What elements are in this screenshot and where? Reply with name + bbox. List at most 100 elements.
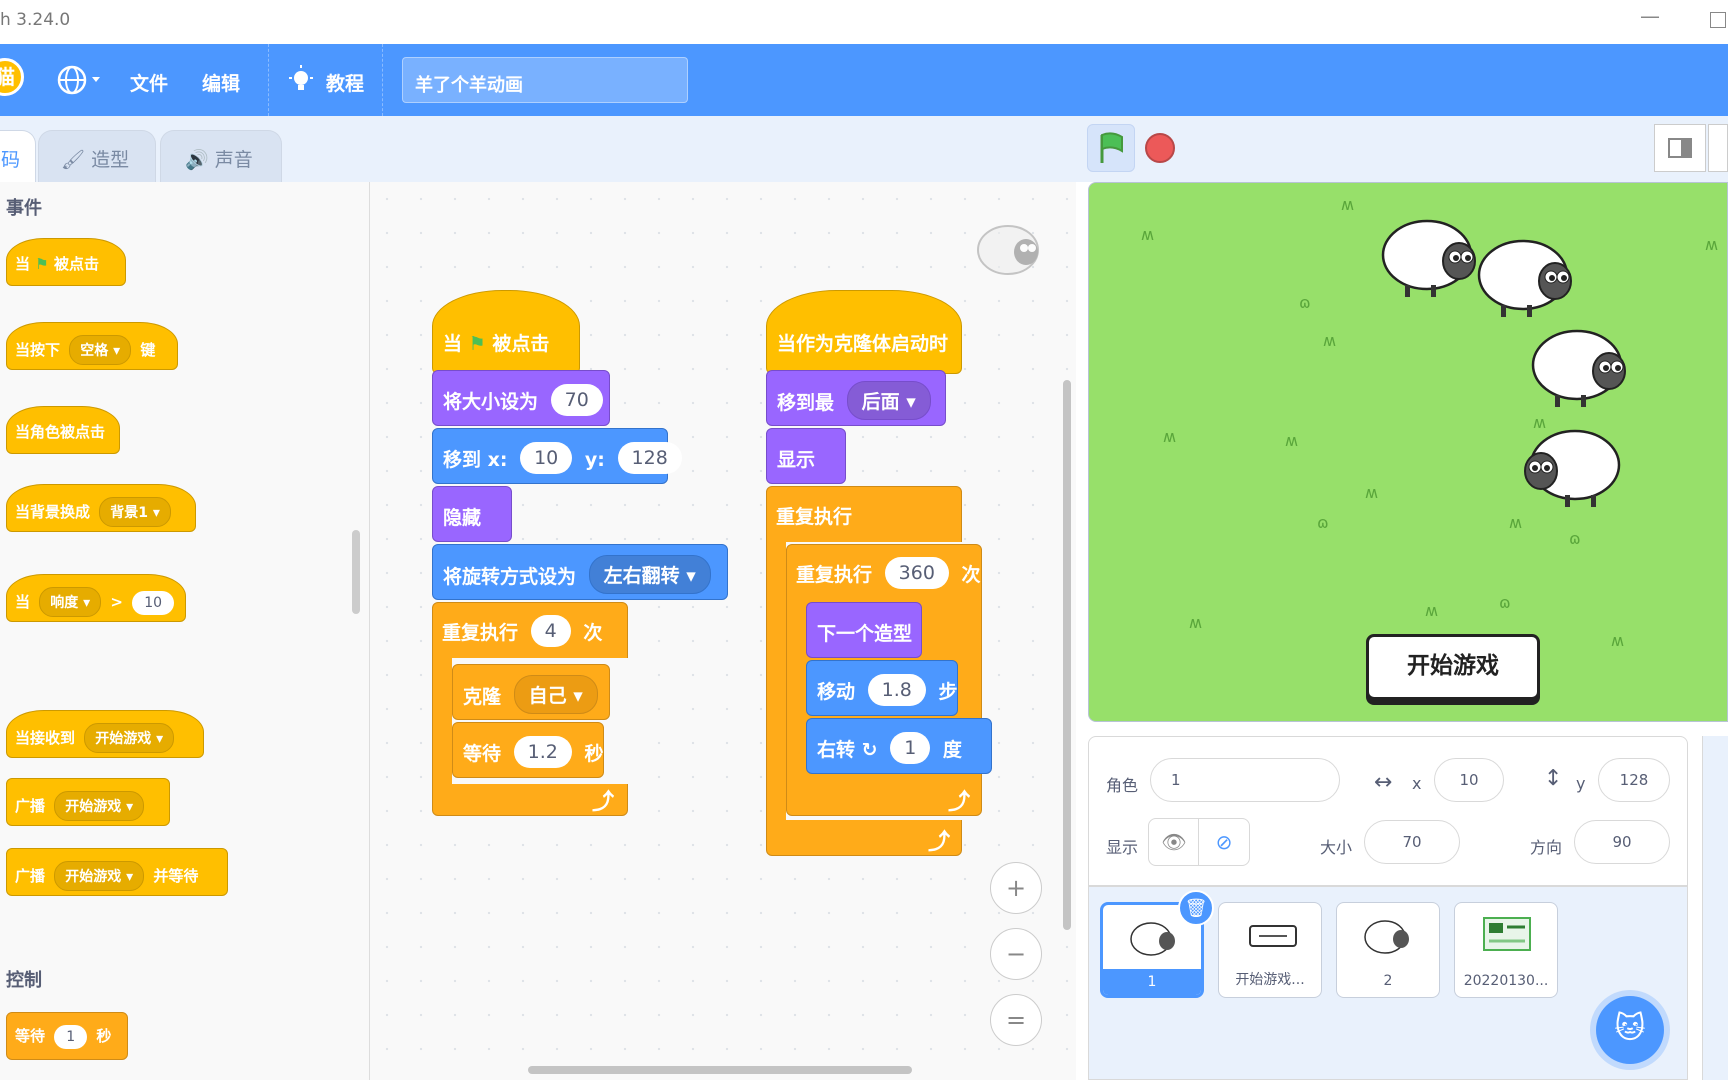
block-set-rotation-style[interactable]: 将旋转方式设为 左右翻转 ▾	[432, 544, 728, 600]
grass-tuft: ʍ	[1163, 427, 1177, 446]
key-dropdown[interactable]: 空格 ▾	[69, 335, 132, 365]
message-dropdown[interactable]: 开始游戏 ▾	[54, 861, 145, 891]
green-flag-icon	[1100, 132, 1123, 163]
sprite-tile-3[interactable]: 2	[1336, 902, 1440, 998]
block-text: 当	[443, 333, 463, 355]
globe-icon[interactable]	[56, 64, 102, 96]
palette-when-flag-clicked[interactable]: 当 ⚑ 被点击	[6, 238, 126, 286]
palette-broadcast[interactable]: 广播 开始游戏 ▾	[6, 778, 170, 826]
block-go-to-layer[interactable]: 移到最 后面 ▾	[766, 370, 946, 426]
x-input[interactable]: 10	[520, 441, 573, 474]
block-when-flag-clicked[interactable]: 当 ⚑ 被点击	[432, 290, 580, 374]
block-text: 隐藏	[443, 507, 482, 529]
sprite-tile-4[interactable]: 20220130...	[1454, 902, 1558, 998]
block-wait[interactable]: 等待 1.2 秒	[452, 722, 604, 778]
menu-edit[interactable]: 编辑	[202, 69, 240, 96]
y-input[interactable]: 128	[617, 441, 682, 474]
palette-when-key-pressed[interactable]: 当按下 空格 ▾ 键	[6, 322, 178, 370]
grass-tuft: ʍ	[1705, 235, 1719, 254]
block-turn-right[interactable]: 右转 ↻ 1 度	[806, 718, 992, 774]
grass-tuft: ʍ	[1425, 601, 1439, 620]
block-text: 秒	[584, 743, 604, 765]
block-next-costume[interactable]: 下一个造型	[806, 602, 922, 658]
stop-button[interactable]	[1145, 133, 1175, 163]
zoom-out-button[interactable]: −	[990, 928, 1042, 980]
menu-file[interactable]: 文件	[130, 69, 168, 96]
tab-costumes[interactable]: 🖌 造型	[38, 130, 156, 182]
clone-dropdown[interactable]: 自己 ▾	[513, 675, 598, 714]
size-input[interactable]: 70	[550, 383, 603, 416]
block-text: 等待	[15, 1027, 46, 1045]
block-hide[interactable]: 隐藏	[432, 486, 512, 542]
workspace-scrollbar-horizontal[interactable]	[528, 1066, 912, 1074]
move-steps-input[interactable]: 1.8	[867, 673, 926, 706]
menu-separator	[268, 44, 269, 116]
message-dropdown[interactable]: 开始游戏 ▾	[84, 723, 175, 753]
message-dropdown[interactable]: 开始游戏 ▾	[54, 791, 145, 821]
grass-tuft: ɷ	[1317, 513, 1329, 532]
workspace-scrollbar-vertical[interactable]	[1063, 380, 1071, 930]
delete-sprite-button[interactable]: 🗑	[1178, 890, 1214, 926]
horizontal-arrows-icon: ↔	[1374, 770, 1393, 795]
start-game-button[interactable]: 开始游戏	[1366, 634, 1540, 700]
tab-code[interactable]: 码	[0, 130, 36, 182]
loudness-dropdown[interactable]: 响度 ▾	[39, 587, 102, 617]
scratch-logo-icon[interactable]: 猫	[0, 58, 24, 96]
block-text: 将旋转方式设为	[443, 566, 577, 588]
turn-degrees-input[interactable]: 1	[890, 731, 931, 764]
block-set-size[interactable]: 将大小设为 70	[432, 370, 610, 426]
backdrop-dropdown[interactable]: 背景1 ▾	[99, 497, 171, 527]
block-text: 克隆	[463, 686, 502, 708]
palette-broadcast-and-wait[interactable]: 广播 开始游戏 ▾ 并等待	[6, 848, 228, 896]
block-when-start-as-clone[interactable]: 当作为克隆体启动时	[766, 290, 962, 374]
wait-seconds-input[interactable]: 1	[54, 1025, 88, 1049]
small-stage-icon	[1668, 138, 1692, 158]
wait-input[interactable]: 1.2	[513, 735, 572, 768]
tab-code-label: 码	[1, 149, 21, 171]
repeat-count-input[interactable]: 4	[530, 614, 571, 647]
block-goto-xy[interactable]: 移到 x: 10 y: 128	[432, 428, 682, 484]
project-title-input[interactable]: 羊了个羊动画	[402, 57, 688, 103]
green-flag-button[interactable]	[1087, 124, 1135, 172]
dropdown-value: 左右翻转	[603, 565, 680, 587]
menu-tutorials[interactable]: 教程	[326, 69, 364, 96]
minimize-button[interactable]: —	[1640, 4, 1660, 28]
layer-dropdown[interactable]: 后面 ▾	[846, 381, 931, 420]
repeat-360-input[interactable]: 360	[884, 556, 949, 589]
small-stage-button[interactable]	[1654, 124, 1706, 172]
lightbulb-icon[interactable]	[286, 64, 316, 96]
grass-tuft: ʍ	[1509, 513, 1523, 532]
palette-when-receive[interactable]: 当接收到 开始游戏 ▾	[6, 710, 204, 758]
forever-header: 重复执行	[766, 486, 962, 542]
palette-wait[interactable]: 等待 1 秒	[6, 1012, 128, 1060]
grass-tuft: ʍ	[1341, 195, 1355, 214]
block-show[interactable]: 显示	[766, 428, 846, 484]
show-visible-button[interactable]: 👁	[1148, 818, 1200, 866]
sprite-size-input[interactable]: 70	[1364, 820, 1460, 864]
sprite-tile-2[interactable]: 开始游戏...	[1218, 902, 1322, 998]
sprite-direction-input[interactable]: 90	[1574, 820, 1670, 864]
block-text: 广播	[15, 797, 46, 815]
sprite-x-input[interactable]: 10	[1434, 758, 1504, 802]
menu-bar: 猫 文件 编辑 教程 羊了个羊动画	[0, 44, 1728, 116]
loudness-input[interactable]: 10	[132, 591, 175, 615]
show-label: 显示	[1106, 838, 1139, 857]
hide-button[interactable]: ⊘	[1198, 818, 1250, 866]
sprite-y-input[interactable]: 128	[1598, 758, 1670, 802]
zoom-in-button[interactable]: +	[990, 862, 1042, 914]
zoom-reset-button[interactable]: =	[990, 994, 1042, 1046]
choose-sprite-button[interactable]: 🐱	[1596, 996, 1664, 1064]
tab-sounds[interactable]: 🔊 声音	[160, 130, 282, 182]
large-stage-button[interactable]	[1708, 124, 1728, 172]
rotation-dropdown[interactable]: 左右翻转 ▾	[588, 555, 711, 594]
sprite-tile-name: 20220130...	[1463, 973, 1549, 989]
sprite-name-input[interactable]: 1	[1150, 758, 1340, 802]
palette-when-backdrop-switches[interactable]: 当背景换成 背景1 ▾	[6, 484, 196, 532]
maximize-button[interactable]	[1710, 12, 1726, 28]
palette-scrollbar[interactable]	[352, 530, 360, 614]
sheep-sprite	[1524, 429, 1621, 507]
block-move-steps[interactable]: 移动 1.8 步	[806, 660, 958, 716]
block-create-clone[interactable]: 克隆 自己 ▾	[452, 664, 610, 720]
palette-when-sprite-clicked[interactable]: 当角色被点击	[6, 406, 120, 454]
palette-when-loudness[interactable]: 当 响度 ▾ > 10	[6, 574, 186, 622]
